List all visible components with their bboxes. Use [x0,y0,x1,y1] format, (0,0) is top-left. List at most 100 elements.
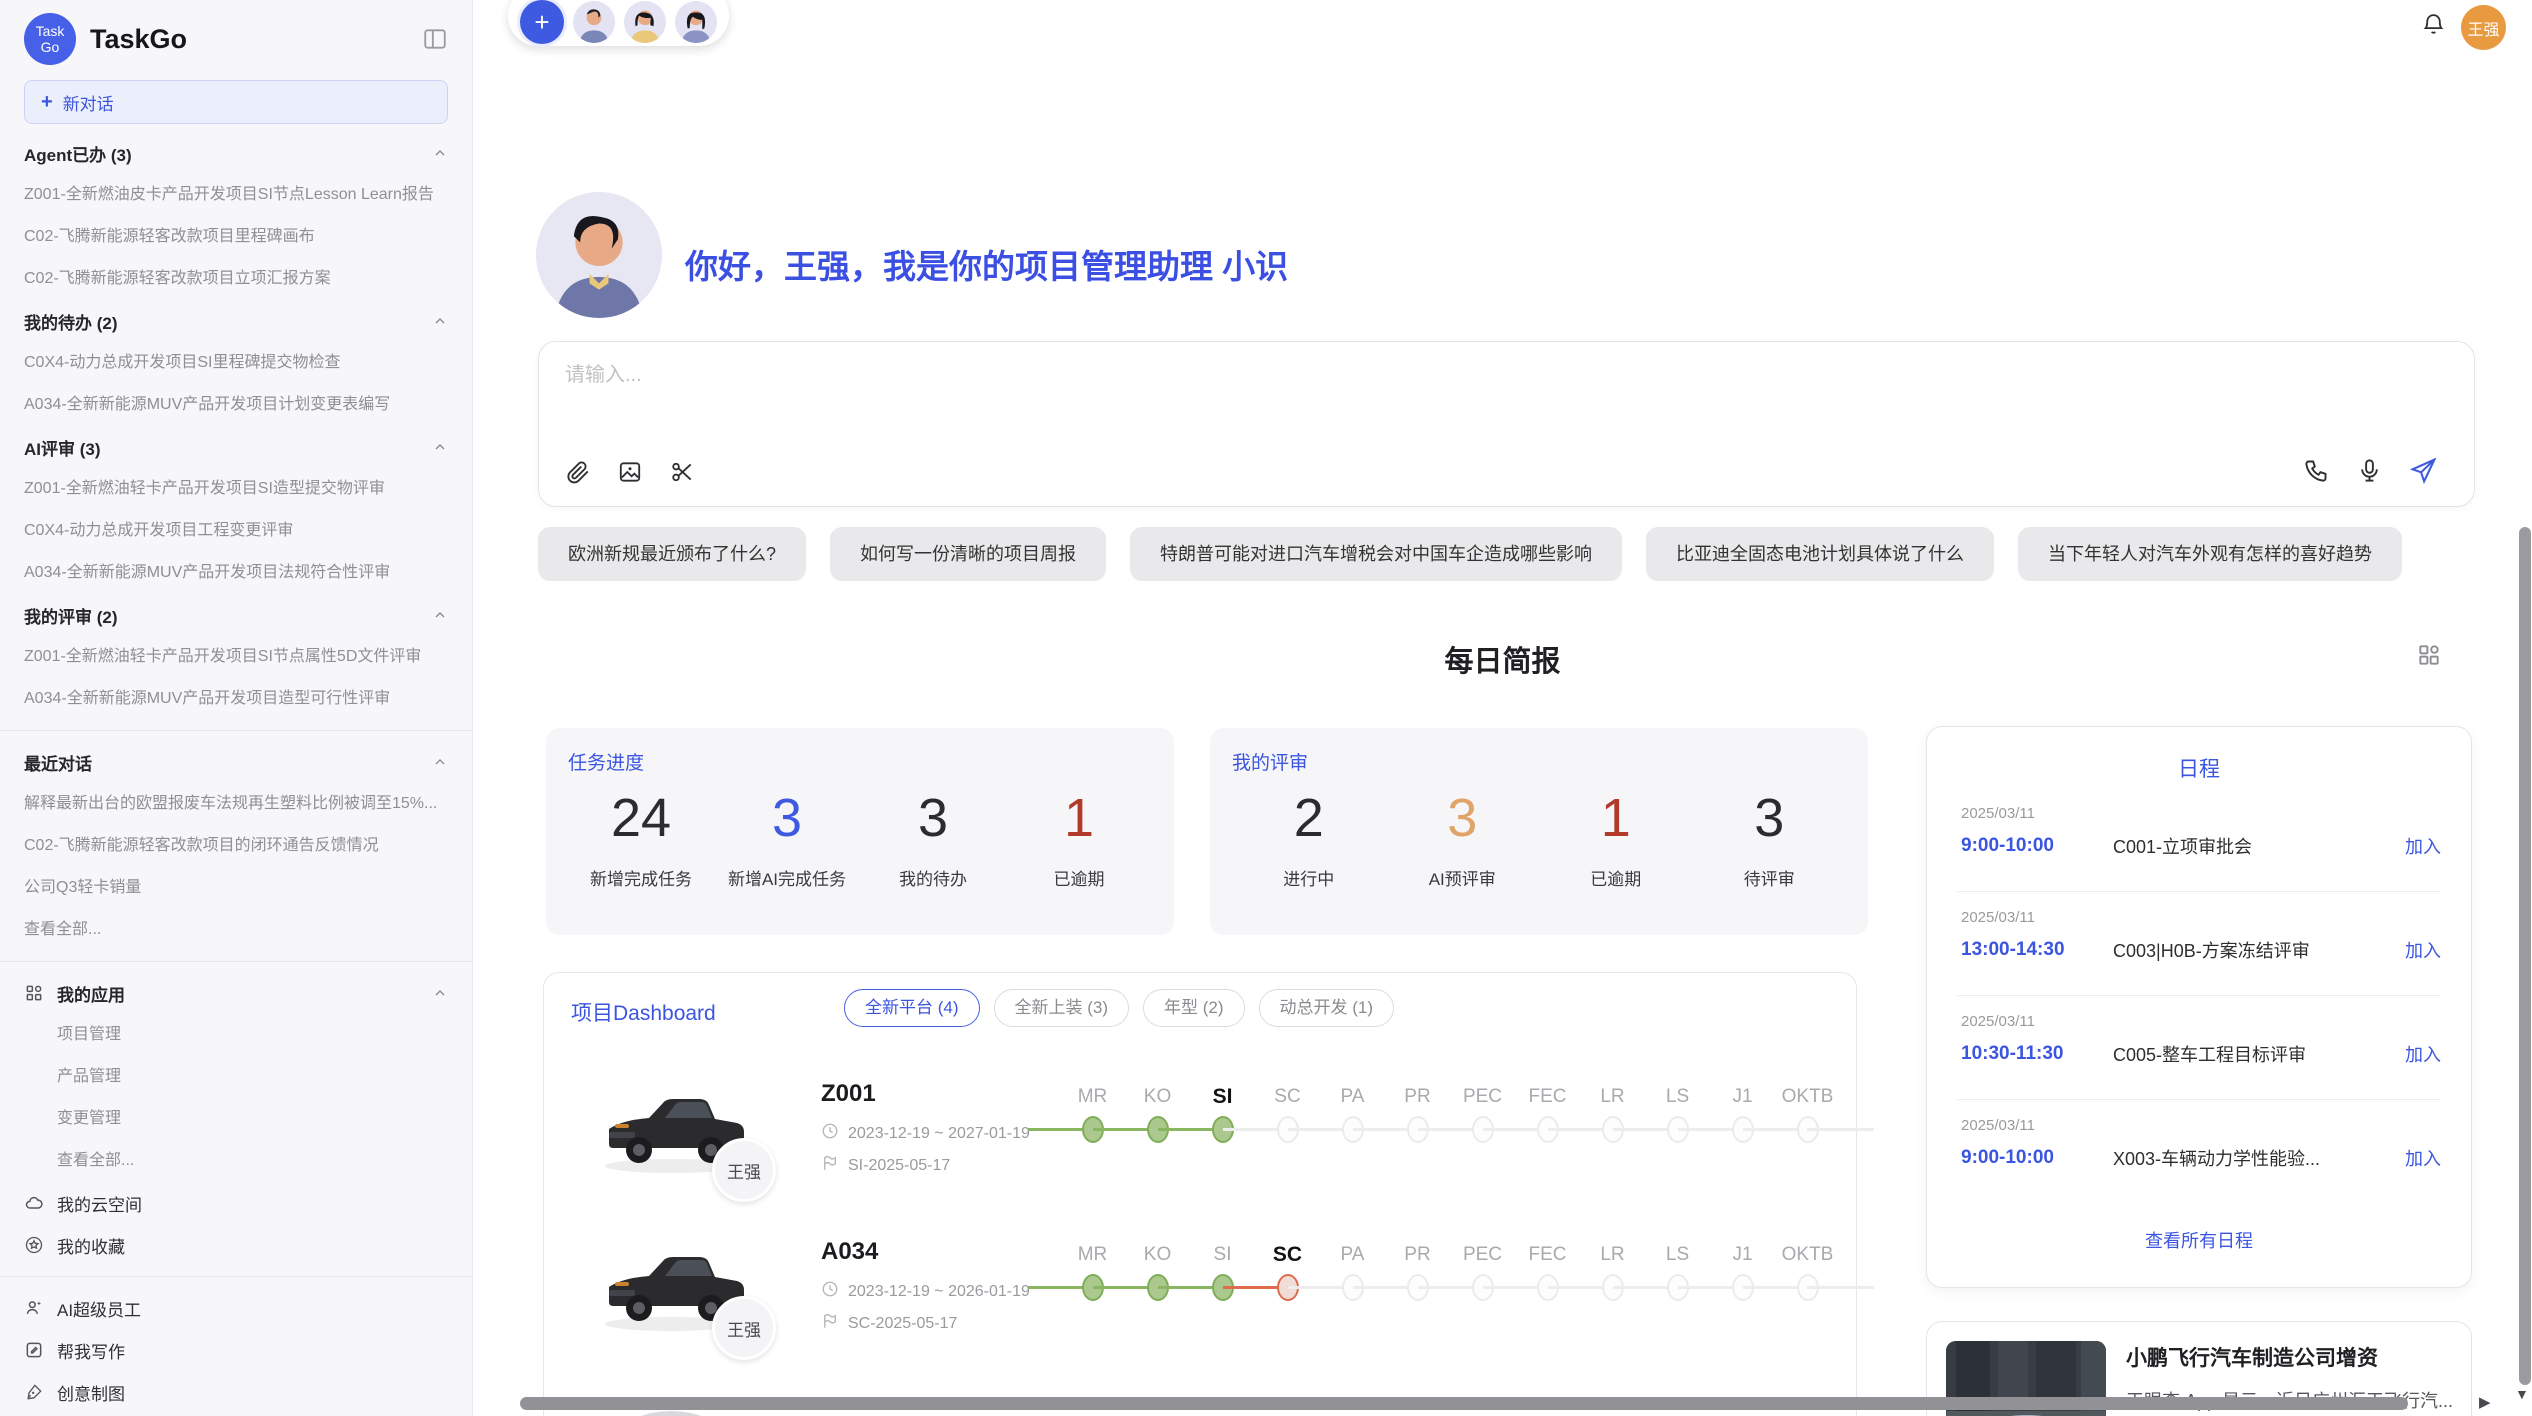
milestone-track: MRKOSISCPAPRPECFECLRLSJ1OKTB [1060,1240,1882,1306]
add-agent-button[interactable]: + [520,0,564,44]
new-chat-button[interactable]: + 新对话 [24,80,448,124]
tool-creative-drawing[interactable]: 创意制图 [24,1371,448,1413]
suggestion-chip[interactable]: 特朗普可能对进口汽车增税会对中国车企造成哪些影响 [1130,527,1622,581]
section-ai-review[interactable]: AI评审 (3) [24,426,448,468]
section-recent-chats[interactable]: 最近对话 [24,741,448,783]
milestone-ko: KO [1125,1240,1190,1306]
paperclip-icon[interactable] [565,459,591,490]
list-item[interactable]: C0X4-动力总成开发项目工程变更评审 [24,510,448,552]
assistant-avatar [536,192,662,318]
project-row[interactable]: 王强 Z001 2023-12-19 ~ 2027-01-19 SI-2025-… [544,1074,1856,1232]
phone-icon[interactable] [2303,457,2330,489]
list-item[interactable]: 公司Q3轻卡销量 [24,867,448,909]
filter-pill[interactable]: 年型 (2) [1143,989,1245,1027]
project-name: A034 [821,1238,878,1266]
chat-input[interactable] [565,358,2065,424]
milestone-mr: MR [1060,1240,1125,1306]
milestone-mr: MR [1060,1082,1125,1148]
scroll-right-arrow-icon[interactable]: ▶ [2479,1393,2491,1411]
milestone-oktb: OKTB [1775,1082,1840,1148]
section-my-todo[interactable]: 我的待办 (2) [24,300,448,342]
chevron-up-icon[interactable] [432,985,448,1001]
tool-help-me-write[interactable]: 帮我写作 [24,1329,448,1371]
chevron-up-icon[interactable] [432,313,448,329]
sidebar-lists: Agent已办 (3) Z001-全新燃油皮卡产品开发项目SI节点Lesson … [24,132,448,1413]
suggestion-chip[interactable]: 比亚迪全固态电池计划具体说了什么 [1646,527,1994,581]
suggestion-chip[interactable]: 欧洲新规最近颁布了什么? [538,527,806,581]
list-item[interactable]: Z001-全新燃油轻卡产品开发项目SI节点属性5D文件评审 [24,636,448,678]
project-dates: 2023-12-19 ~ 2026-01-19 [821,1280,1030,1303]
schedule-event-title: X003-车辆动力学性能验... [2113,1145,2405,1171]
join-link[interactable]: 加入 [2405,1145,2441,1171]
list-item[interactable]: C0X4-动力总成开发项目SI里程碑提交物检查 [24,342,448,384]
list-item[interactable]: 解释最新出台的欧盟报废车法规再生塑料比例被调至15%... [24,783,448,825]
list-item[interactable]: C02-飞腾新能源轻客改款项目立项汇报方案 [24,258,448,300]
suggestion-chip[interactable]: 当下年轻人对汽车外观有怎样的喜好趋势 [2018,527,2402,581]
image-icon[interactable] [617,459,643,490]
tool-ai-super-staff[interactable]: AI超级员工 [24,1287,448,1329]
app-item-project-mgmt[interactable]: 项目管理 [24,1014,448,1056]
stat-new-ai-completed: 3 新增AI完成任务 [714,785,860,890]
agent-avatar-2[interactable] [624,1,666,43]
my-favorites[interactable]: 我的收藏 [24,1224,448,1266]
vertical-scrollbar[interactable] [2519,527,2531,1385]
milestone-j1: J1 [1710,1240,1775,1306]
layout-grid-icon[interactable] [2416,642,2442,673]
send-icon[interactable] [2409,456,2438,490]
schedule-date: 2025/03/11 [1961,909,2441,926]
filter-pill[interactable]: 动总开发 (1) [1259,989,1395,1027]
logo-line2: Go [41,39,60,55]
chevron-up-icon[interactable] [432,439,448,455]
milestone-ls: LS [1645,1082,1710,1148]
project-dashboard-card: 项目Dashboard 全新平台 (4) 全新上装 (3) 年型 (2) 动总开… [543,972,1857,1416]
view-all-apps-link[interactable]: 查看全部... [24,1140,448,1182]
schedule-date: 2025/03/11 [1961,1013,2441,1030]
join-link[interactable]: 加入 [2405,1041,2441,1067]
view-all-schedule-link[interactable]: 查看所有日程 [1927,1227,2471,1253]
list-item[interactable]: Z001-全新燃油轻卡产品开发项目SI造型提交物评审 [24,468,448,510]
section-agent-done[interactable]: Agent已办 (3) [24,132,448,174]
schedule-date: 2025/03/11 [1961,1117,2441,1134]
my-review-card: 我的评审 2 进行中 3 AI预评审 1 已逾期 3 待评审 [1210,728,1868,935]
join-link[interactable]: 加入 [2405,833,2441,859]
scroll-down-arrow-icon[interactable]: ▼ [2515,1386,2529,1402]
app-item-change-mgmt[interactable]: 变更管理 [24,1098,448,1140]
notification-bell-icon[interactable] [2421,12,2446,42]
milestone-tail-line [1840,1082,1882,1148]
microphone-icon[interactable] [2356,457,2383,489]
section-my-apps[interactable]: 我的应用 [24,972,448,1014]
chevron-up-icon[interactable] [432,145,448,161]
list-item[interactable]: C02-飞腾新能源轻客改款项目里程碑画布 [24,216,448,258]
section-my-review[interactable]: 我的评审 (2) [24,594,448,636]
user-avatar[interactable]: 王强 [2461,5,2506,50]
sidebar-collapse-icon[interactable] [422,26,448,52]
project-row[interactable]: 王强 A034 2023-12-19 ~ 2026-01-19 SC-2025-… [544,1232,1856,1390]
filter-pill[interactable]: 全新上装 (3) [994,989,1130,1027]
scissors-icon[interactable] [669,459,695,490]
suggestion-chip[interactable]: 如何写一份清晰的项目周报 [830,527,1106,581]
chevron-up-icon[interactable] [432,607,448,623]
list-item[interactable]: Z001-全新燃油皮卡产品开发项目SI节点Lesson Learn报告 [24,174,448,216]
my-cloud-space[interactable]: 我的云空间 [24,1182,448,1224]
milestone-fec: FEC [1515,1240,1580,1306]
app-item-product-mgmt[interactable]: 产品管理 [24,1056,448,1098]
milestone-pr: PR [1385,1240,1450,1306]
agent-avatar-1[interactable] [573,1,615,43]
sidebar: Task Go TaskGo + 新对话 Agent已办 (3) Z001-全新… [0,0,473,1416]
join-link[interactable]: 加入 [2405,937,2441,963]
milestone-sc: SC [1255,1240,1320,1306]
list-item[interactable]: A034-全新新能源MUV产品开发项目计划变更表编写 [24,384,448,426]
milestone-pec: PEC [1450,1082,1515,1148]
stat-new-completed: 24 新增完成任务 [568,785,714,890]
agent-switcher: + [508,0,729,46]
milestone-oktb: OKTB [1775,1240,1840,1306]
chevron-up-icon[interactable] [432,754,448,770]
view-all-chats-link[interactable]: 查看全部... [24,909,448,951]
filter-pill[interactable]: 全新平台 (4) [844,989,980,1027]
agent-avatar-3[interactable] [675,1,717,43]
list-item[interactable]: C02-飞腾新能源轻客改款项目的闭环通告反馈情况 [24,825,448,867]
list-item[interactable]: A034-全新新能源MUV产品开发项目法规符合性评审 [24,552,448,594]
horizontal-scrollbar[interactable] [520,1397,2408,1410]
project-node: SI-2025-05-17 [821,1154,950,1177]
list-item[interactable]: A034-全新新能源MUV产品开发项目造型可行性评审 [24,678,448,720]
